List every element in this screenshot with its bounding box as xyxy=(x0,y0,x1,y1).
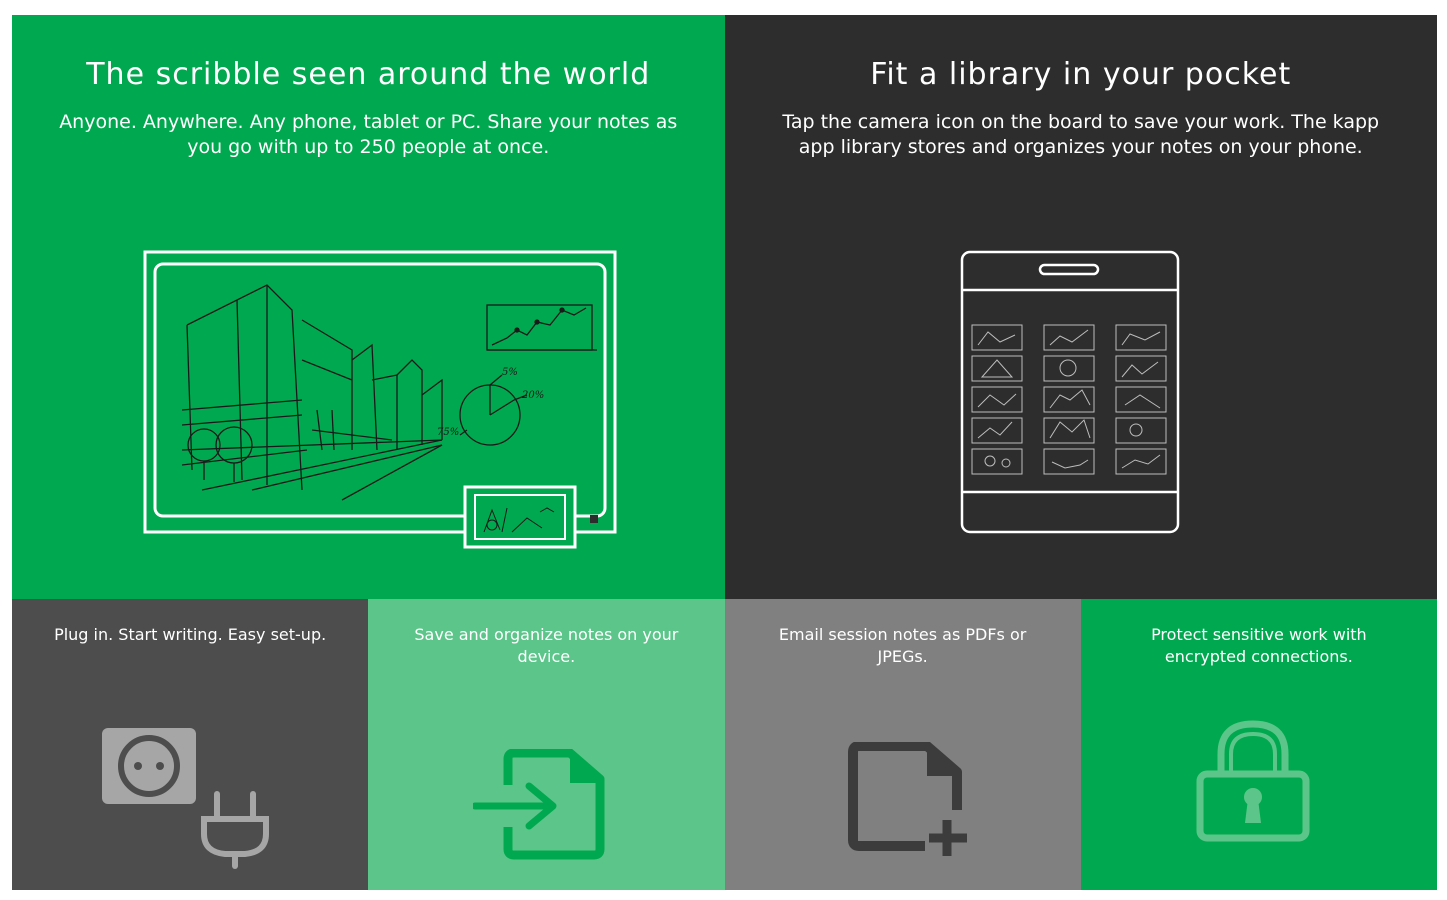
padlock-icon xyxy=(1196,720,1310,842)
file-import-icon xyxy=(473,749,605,860)
file-add-icon xyxy=(847,742,967,856)
sketch-label-20: 20% xyxy=(521,390,544,401)
hero-library-description: Tap the camera icon on the board to save… xyxy=(782,111,1380,158)
hero-row: The scribble seen around the world Anyon… xyxy=(12,15,1437,599)
feature-security-text: Protect sensitive work with encrypted co… xyxy=(1151,625,1367,666)
phone-library-icon xyxy=(960,250,1179,534)
whiteboard-sketch-icon: 5% 20% 75% xyxy=(143,250,617,549)
feature-save: Save and organize notes on your device. xyxy=(368,599,725,890)
power-plug-icon xyxy=(102,728,269,869)
feature-email: Email session notes as PDFs or JPEGs. xyxy=(724,599,1081,890)
sketch-label-5: 5% xyxy=(502,367,518,378)
sketch-label-75: 75% xyxy=(437,427,459,438)
hero-share-title: The scribble seen around the world xyxy=(86,57,651,92)
hero-share-description: Anyone. Anywhere. Any phone, tablet or P… xyxy=(59,111,678,158)
feature-row: Plug in. Start writing. Easy set-up. Sav… xyxy=(12,599,1437,890)
features-page: The scribble seen around the world Anyon… xyxy=(12,15,1437,890)
feature-setup-text: Plug in. Start writing. Easy set-up. xyxy=(54,625,327,644)
feature-setup: Plug in. Start writing. Easy set-up. xyxy=(12,599,369,890)
feature-email-text: Email session notes as PDFs or JPEGs. xyxy=(778,625,1027,666)
feature-save-text: Save and organize notes on your device. xyxy=(414,625,679,666)
feature-security: Protect sensitive work with encrypted co… xyxy=(1080,599,1437,890)
hero-library: Fit a library in your pocket Tap the cam… xyxy=(724,15,1437,599)
hero-library-title: Fit a library in your pocket xyxy=(870,57,1292,92)
hero-share: The scribble seen around the world Anyon… xyxy=(12,15,725,599)
